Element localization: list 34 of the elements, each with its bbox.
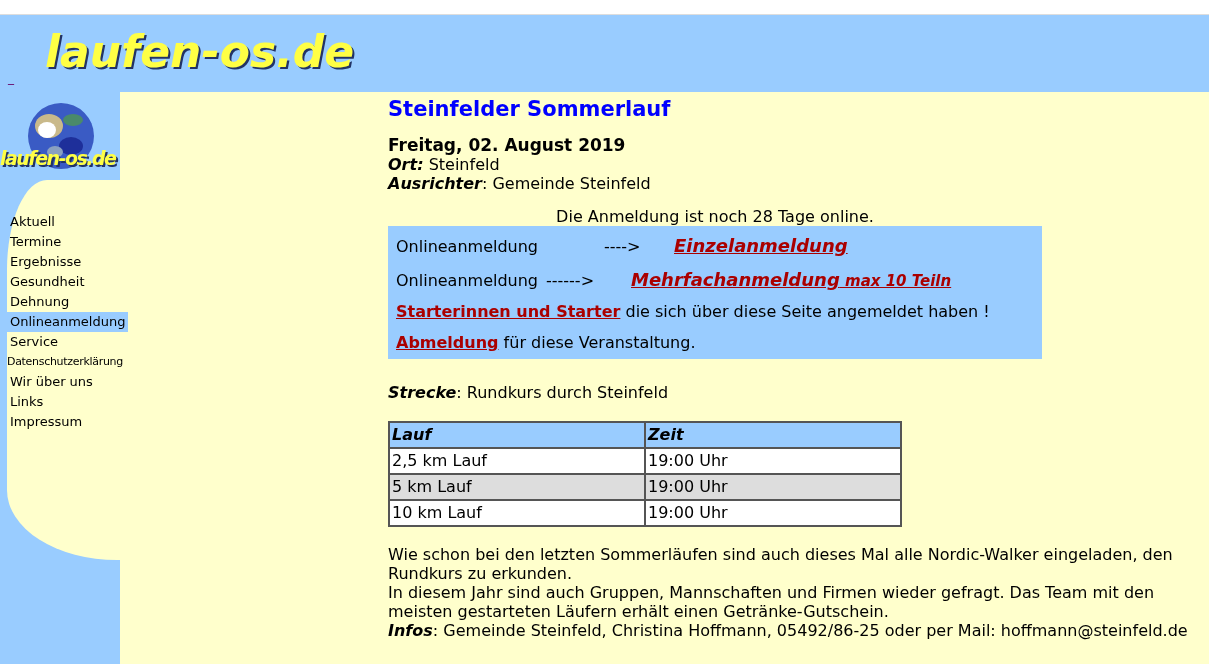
dash-mark: _ bbox=[8, 70, 14, 87]
contact-line: Infos: Gemeinde Steinfeld, Christina Hoffmann, 05492/86-25 oder per Mail: hoffmann@steinfeld.de bbox=[388, 621, 1188, 640]
row-label: Onlineanmeldung bbox=[396, 270, 540, 292]
nav-link[interactable]: Impressum bbox=[7, 412, 120, 432]
info-line: Ausrichter: Gemeinde Steinfeld bbox=[388, 174, 652, 193]
notice-text: Die Anmeldung ist noch 28 Tage online. bbox=[555, 207, 875, 226]
registration-sentence: Starterinnen und Starter die sich über diese Seite angemeldet haben ! bbox=[396, 301, 991, 322]
description-text: Wie schon bei den letzten Sommerläufen sind auch dieses Mal alle Nordic-Walker eingeladen, den Rundkurs zu erkunden. bbox=[388, 545, 1174, 583]
column-header: Zeit bbox=[645, 422, 901, 448]
nav-link[interactable]: Termine bbox=[7, 232, 120, 252]
description-text: In diesem Jahr sind auch Gruppen, Mannschaften und Firmen wieder gefragt. Das Team mit den meisten gestarteten Läufern erhält einen Getränke-Gutschein. bbox=[388, 583, 1156, 621]
table-cell: 19:00 Uhr bbox=[645, 500, 901, 526]
nav-link[interactable]: Dehnung bbox=[7, 292, 120, 312]
registration-link[interactable]: Abmeldung bbox=[396, 333, 499, 352]
nav-link[interactable]: Ergebnisse bbox=[7, 252, 120, 272]
nav-link[interactable]: Service bbox=[7, 332, 120, 352]
event-date: Freitag, 02. August 2019 bbox=[388, 136, 627, 155]
nav-link[interactable]: Wir über uns bbox=[7, 372, 120, 392]
page-title: Steinfelder Sommerlauf bbox=[388, 96, 672, 123]
info-line: Ort: Steinfeld bbox=[388, 155, 501, 174]
registration-link[interactable]: Mehrfachanmeldung max 10 Teiln bbox=[631, 266, 952, 293]
table-cell: 10 km Lauf bbox=[389, 500, 645, 526]
column-header: Lauf bbox=[389, 422, 645, 448]
nav-link[interactable]: Onlineanmeldung bbox=[7, 312, 128, 332]
nav-link[interactable]: Aktuell bbox=[7, 212, 120, 232]
registration-sentence: Abmeldung für diese Veranstaltung. bbox=[396, 332, 697, 353]
registration-link[interactable]: Einzelanmeldung bbox=[674, 232, 848, 259]
registration-link[interactable]: Starterinnen und Starter bbox=[396, 302, 621, 321]
route-line: Strecke: Rundkurs durch Steinfeld bbox=[388, 382, 670, 404]
nav-link[interactable]: Gesundheit bbox=[7, 272, 120, 292]
row-label: Onlineanmeldung bbox=[396, 236, 540, 258]
nav-link[interactable]: Links bbox=[7, 392, 120, 412]
arrow-text: ------> bbox=[546, 270, 596, 292]
arrow-text: ----> bbox=[604, 236, 642, 258]
